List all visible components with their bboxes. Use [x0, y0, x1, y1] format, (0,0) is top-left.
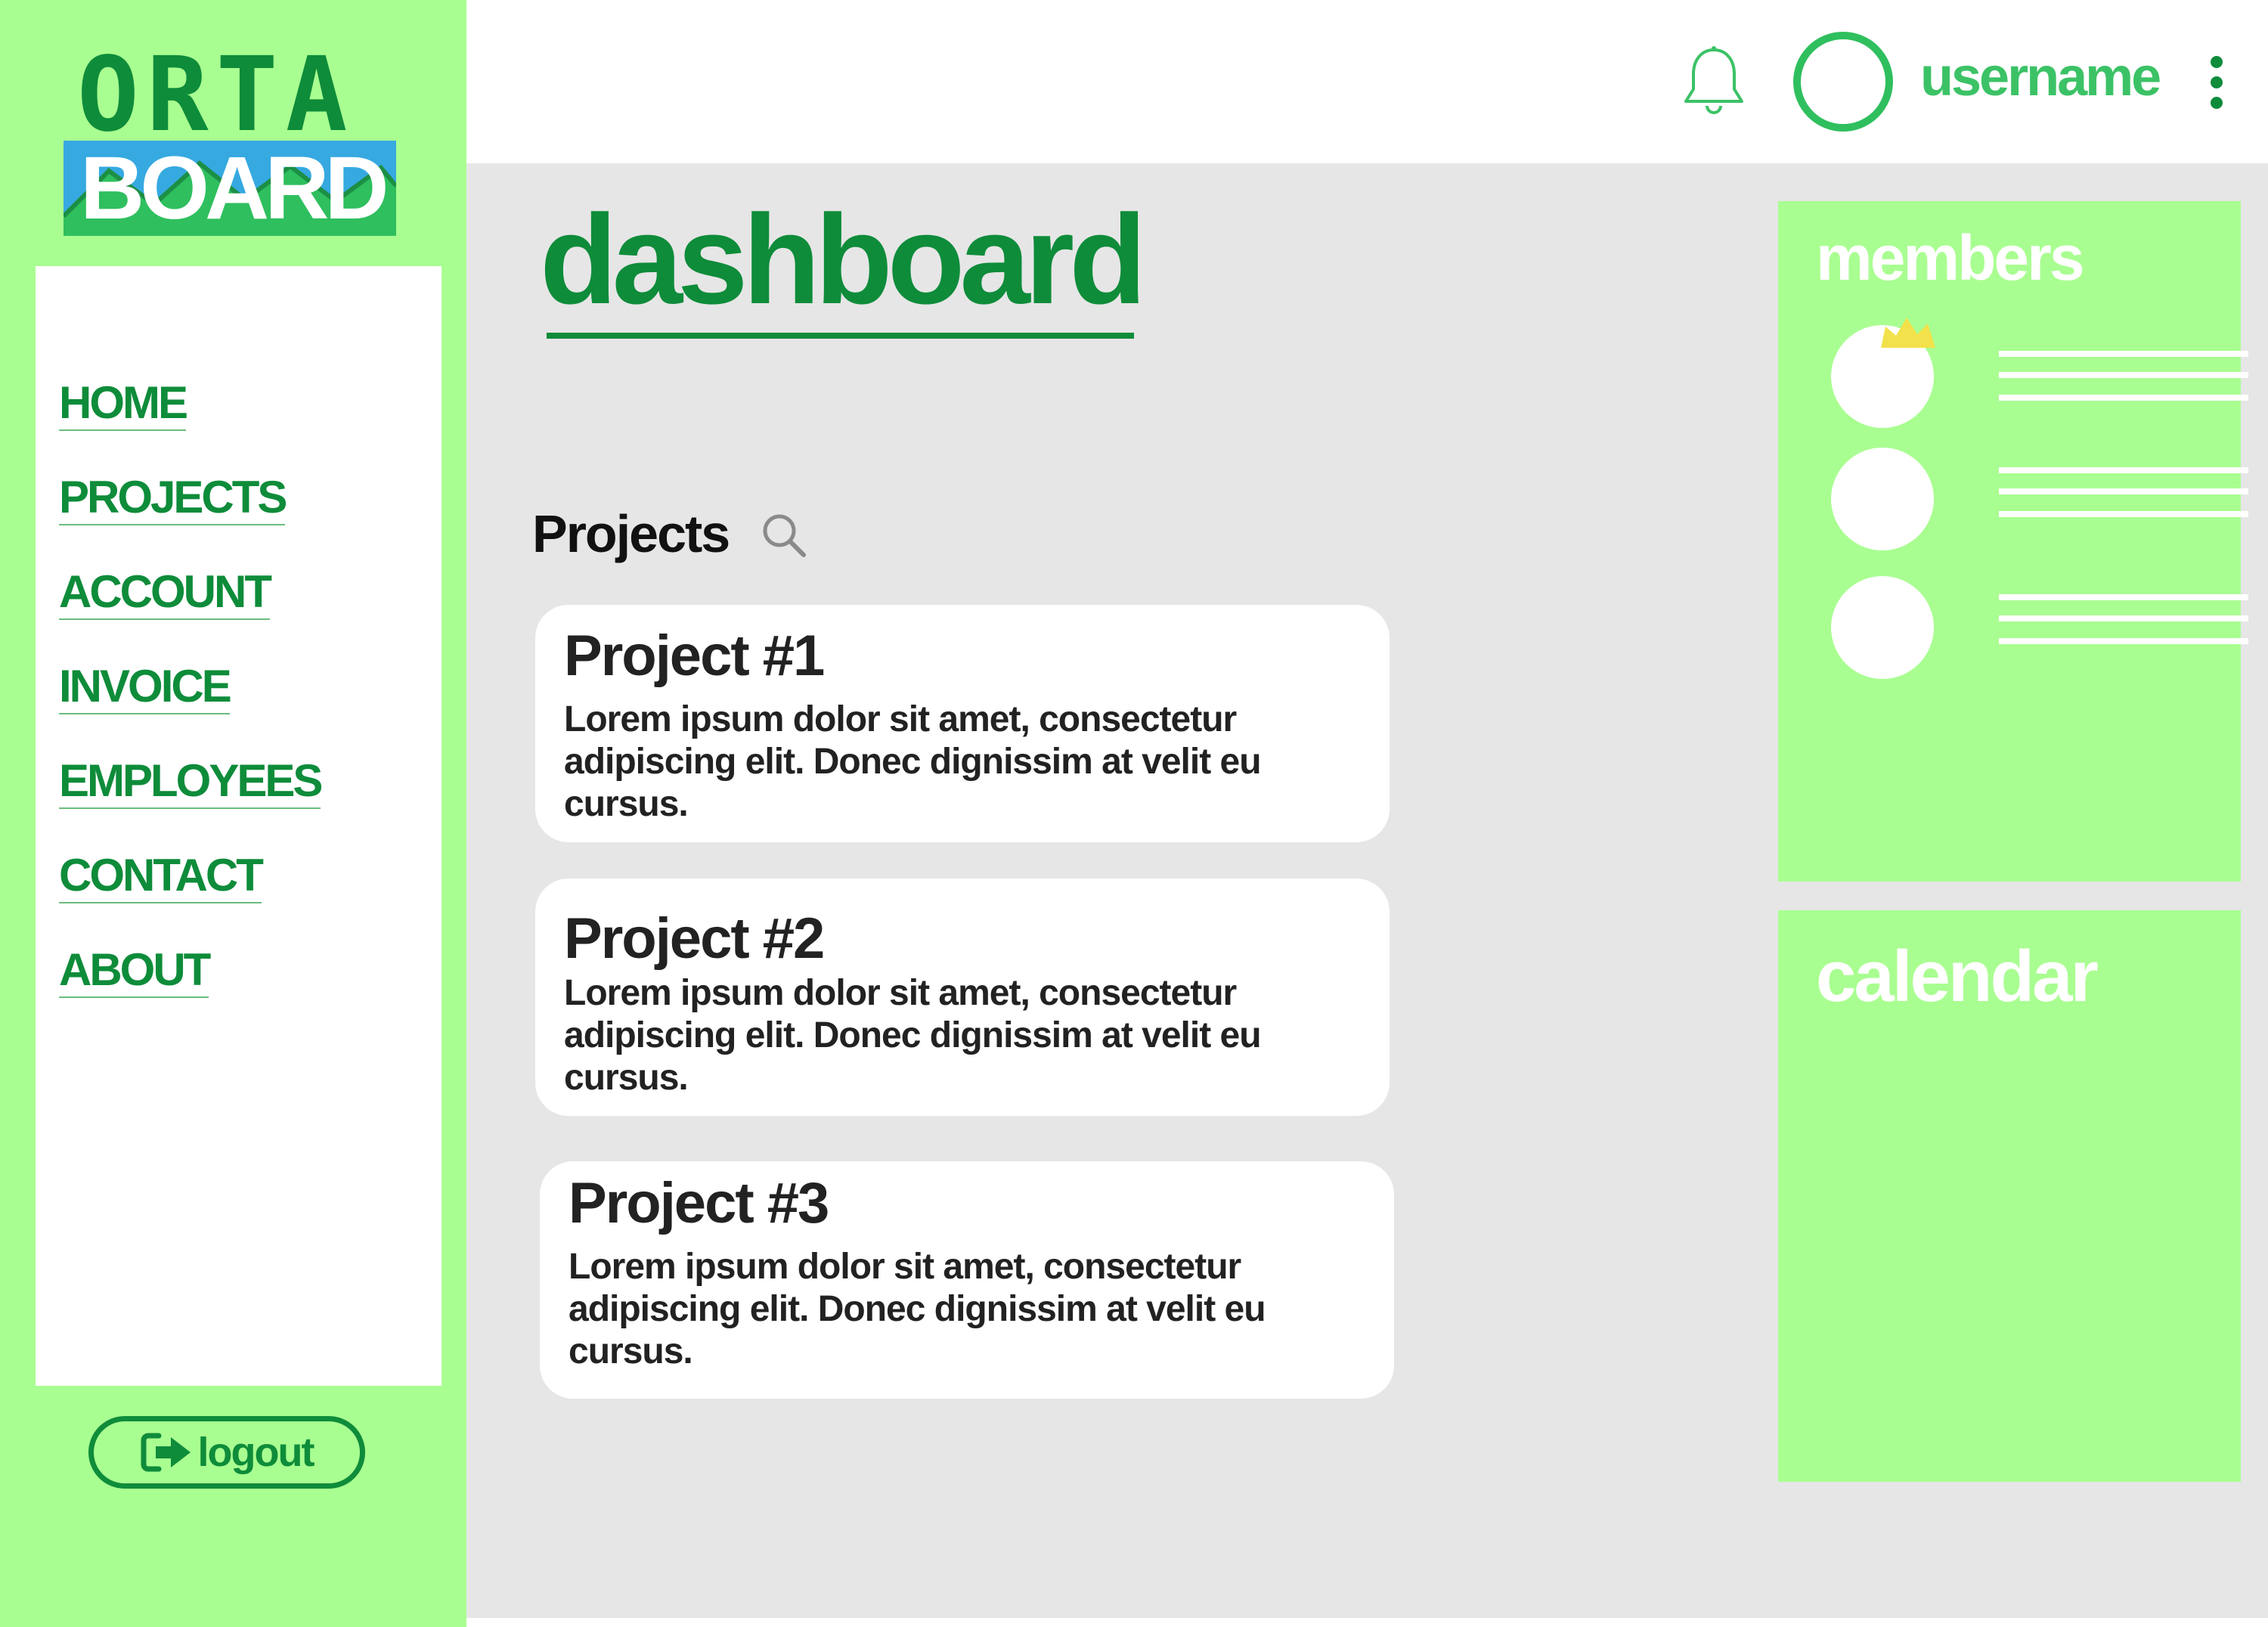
nav-panel	[36, 266, 442, 1386]
projects-heading: Projects	[532, 504, 730, 563]
sidebar-item-contact[interactable]: CONTACT	[59, 852, 264, 903]
calendar-title: calendar	[1816, 936, 2099, 1017]
members-panel: members	[1778, 201, 2248, 882]
crown-icon	[1881, 318, 1935, 348]
page-title: dashboard	[540, 188, 1147, 330]
member-line	[1999, 638, 2248, 644]
project-title: Project #3	[569, 1171, 829, 1235]
logout-button[interactable]: logout	[88, 1416, 365, 1489]
project-title: Project #1	[564, 624, 825, 688]
logout-icon	[141, 1433, 191, 1472]
sidebar: ORTA BOARD HOME PROJECTS ACCOUNT INVOICE…	[0, 0, 466, 1627]
member-row[interactable]	[1831, 318, 2248, 428]
project-card[interactable]: Project #2 Lorem ipsum dolor sit amet, c…	[535, 879, 1390, 1116]
member-line	[1999, 488, 2248, 494]
project-title: Project #2	[564, 906, 825, 971]
calendar-panel[interactable]: calendar	[1778, 910, 2241, 1482]
member-line	[1999, 467, 2248, 473]
members-title: members	[1816, 222, 2085, 293]
sidebar-item-home[interactable]: HOME	[59, 380, 188, 431]
sidebar-item-projects[interactable]: PROJECTS	[59, 474, 287, 525]
member-line	[1999, 395, 2248, 401]
project-card[interactable]: Project #1 Lorem ipsum dolor sit amet, c…	[535, 605, 1390, 842]
member-row[interactable]	[1831, 448, 2248, 550]
orta-board-logo[interactable]: ORTA BOARD	[64, 44, 396, 236]
member-line	[1999, 511, 2248, 517]
logo-orta-text: ORTA	[77, 36, 355, 155]
project-description: Lorem ipsum dolor sit amet, consectetur …	[569, 1247, 1266, 1371]
project-card[interactable]: Project #3 Lorem ipsum dolor sit amet, c…	[540, 1161, 1394, 1399]
sidebar-item-employees[interactable]: EMPLOYEES	[59, 758, 323, 809]
member-line	[1999, 372, 2248, 378]
member-avatar	[1831, 448, 1934, 550]
member-line	[1999, 351, 2248, 357]
logout-label: logout	[197, 1430, 315, 1475]
sidebar-item-account[interactable]: ACCOUNT	[59, 569, 272, 620]
username-label[interactable]: username	[1920, 47, 2161, 107]
project-description: Lorem ipsum dolor sit amet, consectetur …	[564, 699, 1262, 824]
search-icon[interactable]	[760, 511, 808, 559]
sidebar-item-about[interactable]: ABOUT	[59, 947, 211, 998]
bell-icon[interactable]	[1680, 44, 1748, 119]
sidebar-item-invoice[interactable]: INVOICE	[59, 663, 232, 714]
logo-board-text: BOARD	[80, 138, 389, 238]
member-avatar	[1831, 576, 1934, 679]
kebab-menu-icon[interactable]	[2206, 56, 2227, 109]
project-description: Lorem ipsum dolor sit amet, consectetur …	[564, 973, 1262, 1098]
member-row[interactable]	[1831, 576, 2248, 679]
user-avatar[interactable]	[1793, 32, 1893, 132]
member-line	[1999, 615, 2248, 621]
member-line	[1999, 594, 2248, 600]
page-title-underline	[547, 333, 1134, 339]
